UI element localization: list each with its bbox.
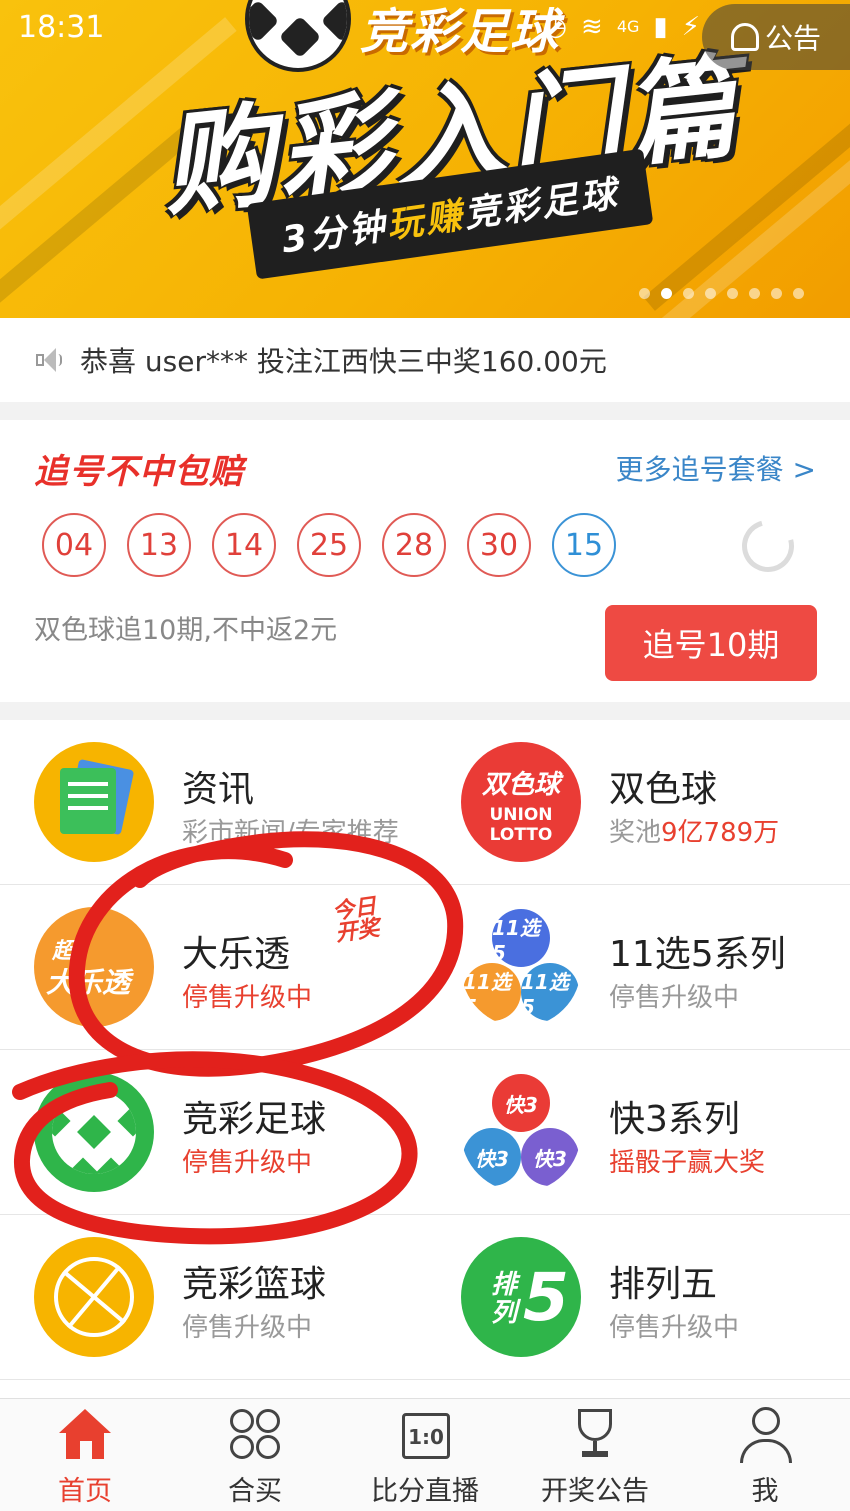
ribbon-highlight: 玩赚 (384, 195, 468, 247)
chase-number-card: 追号不中包赔 更多追号套餐 > 04 13 14 25 28 30 15 双色球… (0, 420, 850, 702)
game-item-plw[interactable]: 排列 5 排列五 停售升级中 (425, 1215, 850, 1380)
game-grid: 资讯 彩市新闻/专家推荐 双色球 UNION LOTTO 双色球 奖池9亿789… (0, 720, 850, 1398)
nav-group-buy[interactable]: 合买 (170, 1399, 340, 1511)
nav-home[interactable]: 首页 (0, 1399, 170, 1511)
carousel-dots (639, 288, 804, 299)
game-subtitle: 停售升级中 (609, 983, 740, 1013)
basketball-icon (34, 1237, 154, 1357)
carousel-dot[interactable] (661, 288, 672, 299)
chase-10-periods-button[interactable]: 追号10期 (605, 605, 817, 681)
game-subtitle: 停售升级中 (182, 1313, 313, 1343)
status-time: 18:31 (18, 10, 105, 45)
soccer-icon (34, 1072, 154, 1192)
speaker-icon (34, 344, 66, 376)
notice-text: 恭喜 user*** 投注江西快三中奖160.00元 (80, 345, 607, 378)
ribbon-text: 3分钟 (279, 206, 390, 262)
signal-icon: 4G (616, 17, 640, 36)
status-icons: ◷ ≋ 4G ▮ ⚡ (544, 12, 700, 42)
nav-label: 比分直播 (371, 1476, 479, 1507)
plw-icon: 排列 5 (461, 1237, 581, 1357)
chase-description: 双色球追10期,不中返2元 (34, 615, 338, 646)
refresh-icon[interactable] (732, 510, 804, 582)
signal-bars-icon: ▮ (653, 12, 668, 42)
dlt-icon: 超 大乐透 (34, 907, 154, 1027)
game-subtitle: 停售升级中 (182, 1148, 313, 1178)
k3-icon: 快3 快3 快3 (461, 1072, 581, 1192)
announcement-button[interactable]: 公告 (702, 4, 850, 70)
nav-me[interactable]: 我 (680, 1399, 850, 1511)
status-bar: 18:31 ◷ ≋ 4G ▮ ⚡ 公告 (0, 0, 850, 70)
game-subtitle: 摇骰子赢大奖 (609, 1148, 766, 1178)
announcement-label: 公告 (764, 22, 821, 55)
game-name: 排列五 (609, 1264, 718, 1305)
11x5-icon: 11选5 11选5 11选5 (461, 907, 581, 1027)
game-subtitle: 停售升级中 (609, 1313, 740, 1343)
ball-row: 04 13 14 25 28 30 15 (42, 513, 616, 577)
nav-draw-results[interactable]: 开奖公告 (510, 1399, 680, 1511)
bell-icon (730, 23, 759, 51)
red-ball: 25 (297, 513, 361, 577)
carousel-dot[interactable] (683, 288, 694, 299)
game-name: 11选5系列 (609, 934, 786, 975)
home-icon (56, 1405, 114, 1463)
trophy-icon (566, 1405, 624, 1463)
user-icon (736, 1405, 794, 1463)
union-lotto-icon: 双色球 UNION LOTTO (461, 742, 581, 862)
game-name: 资讯 (182, 769, 255, 810)
game-item-union-lotto[interactable]: 双色球 UNION LOTTO 双色球 奖池9亿789万 (425, 720, 850, 885)
game-subtitle: 彩市新闻/专家推荐 (182, 818, 399, 848)
bottom-nav: 首页 合买 1:0 比分直播 开奖公告 我 (0, 1398, 850, 1511)
group-icon (226, 1405, 284, 1463)
red-ball: 28 (382, 513, 446, 577)
game-subtitle: 奖池9亿789万 (609, 812, 779, 849)
more-plans-link[interactable]: 更多追号套餐 > (616, 448, 816, 488)
blue-ball: 15 (552, 513, 616, 577)
game-item-jczq[interactable]: 竞彩足球 停售升级中 (0, 1050, 425, 1215)
game-item-news[interactable]: 资讯 彩市新闻/专家推荐 (0, 720, 425, 885)
carousel-dot[interactable] (771, 288, 782, 299)
nav-label: 我 (751, 1476, 779, 1507)
game-item-k3[interactable]: 快3 快3 快3 快3系列 摇骰子赢大奖 (425, 1050, 850, 1215)
game-subtitle: 停售升级中 (182, 983, 313, 1013)
carousel-dot[interactable] (639, 288, 650, 299)
nav-label: 合买 (228, 1476, 282, 1507)
news-icon (34, 742, 154, 862)
jackpot-amount: 9亿789万 (661, 818, 780, 848)
carousel-dot[interactable] (705, 288, 716, 299)
wifi-icon: ≋ (581, 12, 603, 42)
battery-icon: ⚡ (681, 12, 700, 42)
carousel-dot[interactable] (793, 288, 804, 299)
nav-label: 首页 (58, 1476, 112, 1507)
ribbon-text: 竞彩足球 (461, 173, 622, 236)
winner-notice[interactable]: 恭喜 user*** 投注江西快三中奖160.00元 (0, 318, 850, 402)
carousel-dot[interactable] (749, 288, 760, 299)
game-name: 双色球 (609, 769, 718, 810)
red-ball: 30 (467, 513, 531, 577)
chase-title: 追号不中包赔 (34, 452, 244, 492)
red-ball: 14 (212, 513, 276, 577)
game-name: 竞彩足球 (182, 1099, 327, 1140)
alarm-icon: ◷ (544, 12, 568, 42)
game-name: 竞彩篮球 (182, 1264, 327, 1305)
nav-live-score[interactable]: 1:0 比分直播 (340, 1399, 510, 1511)
game-name: 快3系列 (609, 1099, 740, 1140)
app-screen: 竞彩足球 购彩入门篇 3分钟 玩赚 竞彩足球 18:31 ◷ ≋ 4G ▮ ⚡ … (0, 0, 850, 1511)
red-ball: 04 (42, 513, 106, 577)
game-item-dlt[interactable]: 超 大乐透 大乐透 停售升级中 今日 开奖 (0, 885, 425, 1050)
game-name: 大乐透 (182, 934, 291, 975)
carousel-dot[interactable] (727, 288, 738, 299)
game-item-11x5[interactable]: 11选5 11选5 11选5 11选5系列 停售升级中 (425, 885, 850, 1050)
calendar-icon: 1:0 (396, 1405, 454, 1463)
game-item-jclq[interactable]: 竞彩篮球 停售升级中 (0, 1215, 425, 1380)
today-draw-tag: 今日 开奖 (330, 894, 382, 947)
nav-label: 开奖公告 (541, 1476, 649, 1507)
red-ball: 13 (127, 513, 191, 577)
jackpot-label: 奖池 (609, 818, 662, 848)
